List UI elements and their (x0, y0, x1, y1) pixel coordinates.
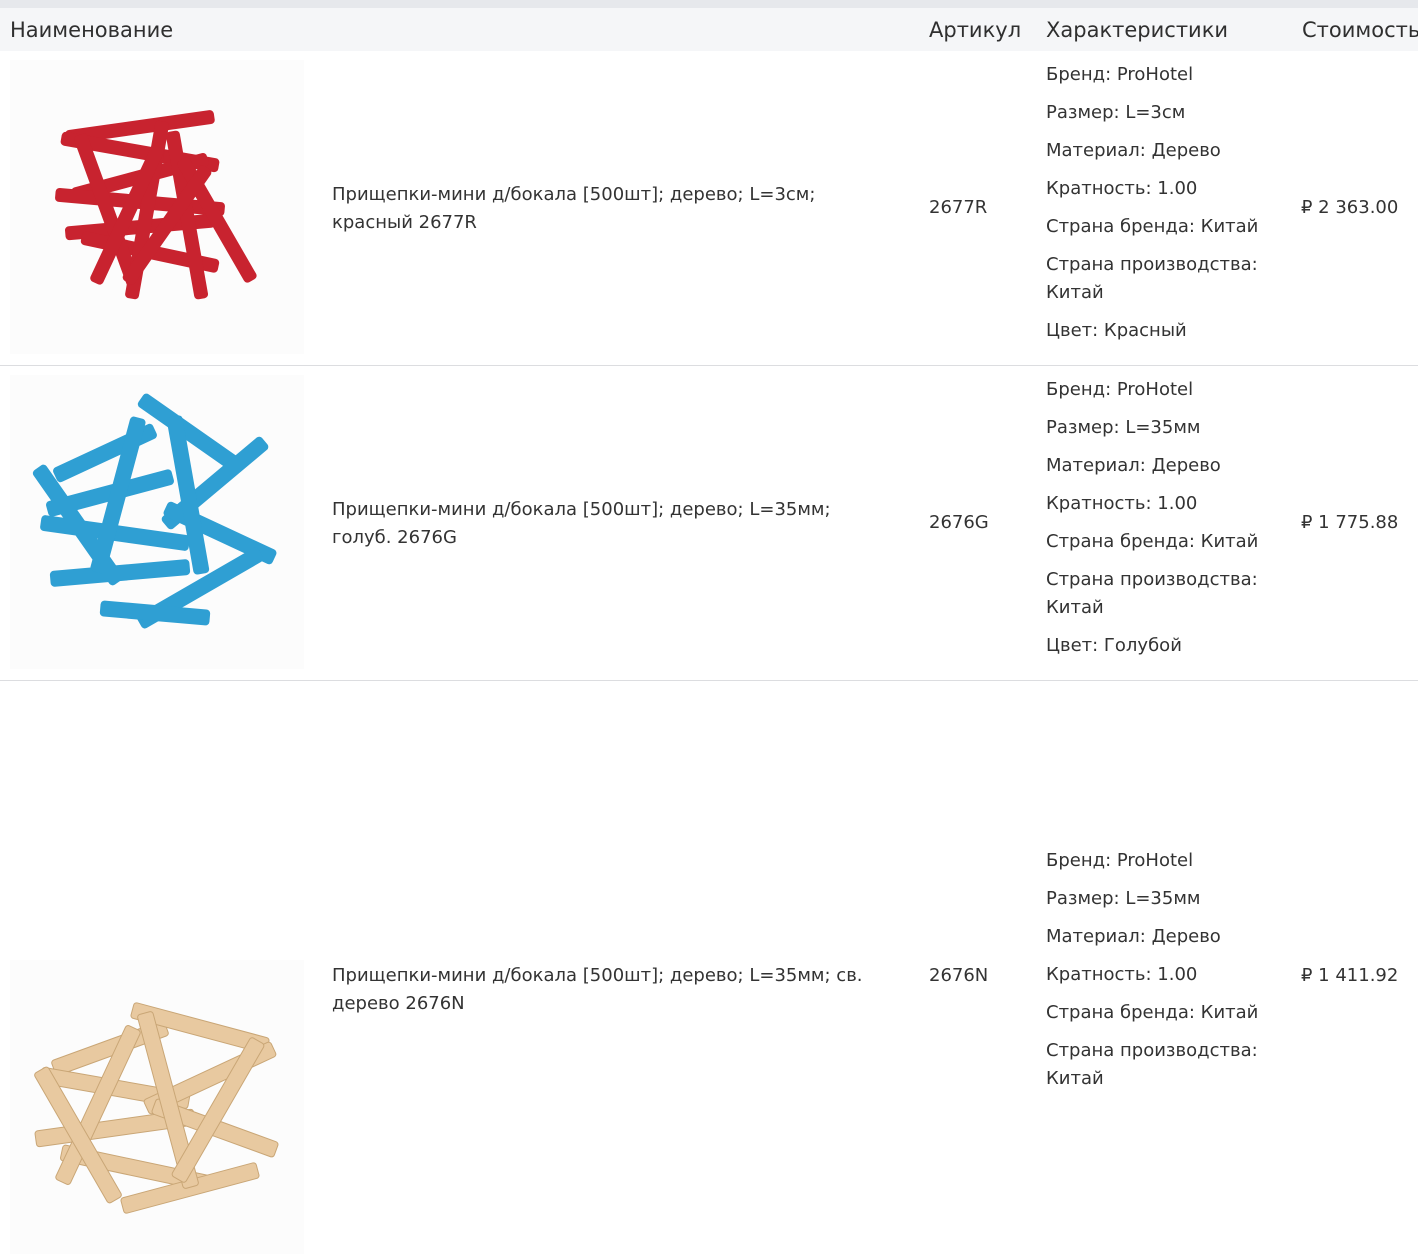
clothespins-red-icon (10, 60, 304, 354)
product-sku: 2676N (929, 965, 989, 986)
spec-production-country: Страна производства: Китай (1046, 254, 1258, 303)
spec-brand-country: Страна бренда: Китай (1046, 216, 1259, 237)
product-image[interactable] (10, 375, 304, 669)
product-price: ₽ 2 363.00 (1301, 197, 1399, 218)
spec-color: Цвет: Красный (1046, 320, 1187, 341)
product-name[interactable]: Прищепки-мини д/бокала [500шт]; дерево; … (332, 181, 892, 237)
product-name[interactable]: Прищепки-мини д/бокала [500шт]; дерево; … (332, 496, 892, 552)
product-name[interactable]: Прищепки-мини д/бокала [500шт]; дерево; … (332, 962, 892, 1018)
product-price: ₽ 1 775.88 (1301, 512, 1399, 533)
product-specs: Бренд: ProHotel Размер: L=3см Материал: … (1046, 61, 1266, 355)
column-header-price[interactable]: Стоимость (1302, 8, 1418, 51)
clothespins-natural-icon (10, 960, 304, 1254)
spec-multiplicity: Кратность: 1.00 (1046, 493, 1198, 514)
column-header-specs[interactable]: Характеристики (1046, 8, 1228, 51)
column-header-sku[interactable]: Артикул (929, 8, 1021, 51)
spec-material: Материал: Дерево (1046, 455, 1221, 476)
top-bar (0, 0, 1418, 8)
spec-brand: Бренд: ProHotel (1046, 64, 1194, 85)
spec-production-country: Страна производства: Китай (1046, 1040, 1258, 1089)
product-sku: 2676G (929, 512, 989, 533)
spec-material: Материал: Дерево (1046, 926, 1221, 947)
spec-brand-country: Страна бренда: Китай (1046, 531, 1259, 552)
spec-multiplicity: Кратность: 1.00 (1046, 964, 1198, 985)
spec-brand: Бренд: ProHotel (1046, 850, 1194, 871)
spec-production-country: Страна производства: Китай (1046, 569, 1258, 618)
product-image[interactable] (10, 960, 304, 1254)
product-specs: Бренд: ProHotel Размер: L=35мм Материал:… (1046, 847, 1266, 1103)
product-image[interactable] (10, 60, 304, 354)
spec-brand: Бренд: ProHotel (1046, 379, 1194, 400)
column-header-name[interactable]: Наименование (10, 8, 173, 51)
spec-color: Цвет: Голубой (1046, 635, 1182, 656)
spec-size: Размер: L=3см (1046, 102, 1186, 123)
clothespins-blue-icon (10, 375, 304, 669)
spec-size: Размер: L=35мм (1046, 417, 1201, 438)
product-sku: 2677R (929, 197, 988, 218)
spec-multiplicity: Кратность: 1.00 (1046, 178, 1198, 199)
spec-size: Размер: L=35мм (1046, 888, 1201, 909)
spec-material: Материал: Дерево (1046, 140, 1221, 161)
spec-brand-country: Страна бренда: Китай (1046, 1002, 1259, 1023)
product-specs: Бренд: ProHotel Размер: L=35мм Материал:… (1046, 376, 1266, 670)
product-price: ₽ 1 411.92 (1301, 965, 1399, 986)
